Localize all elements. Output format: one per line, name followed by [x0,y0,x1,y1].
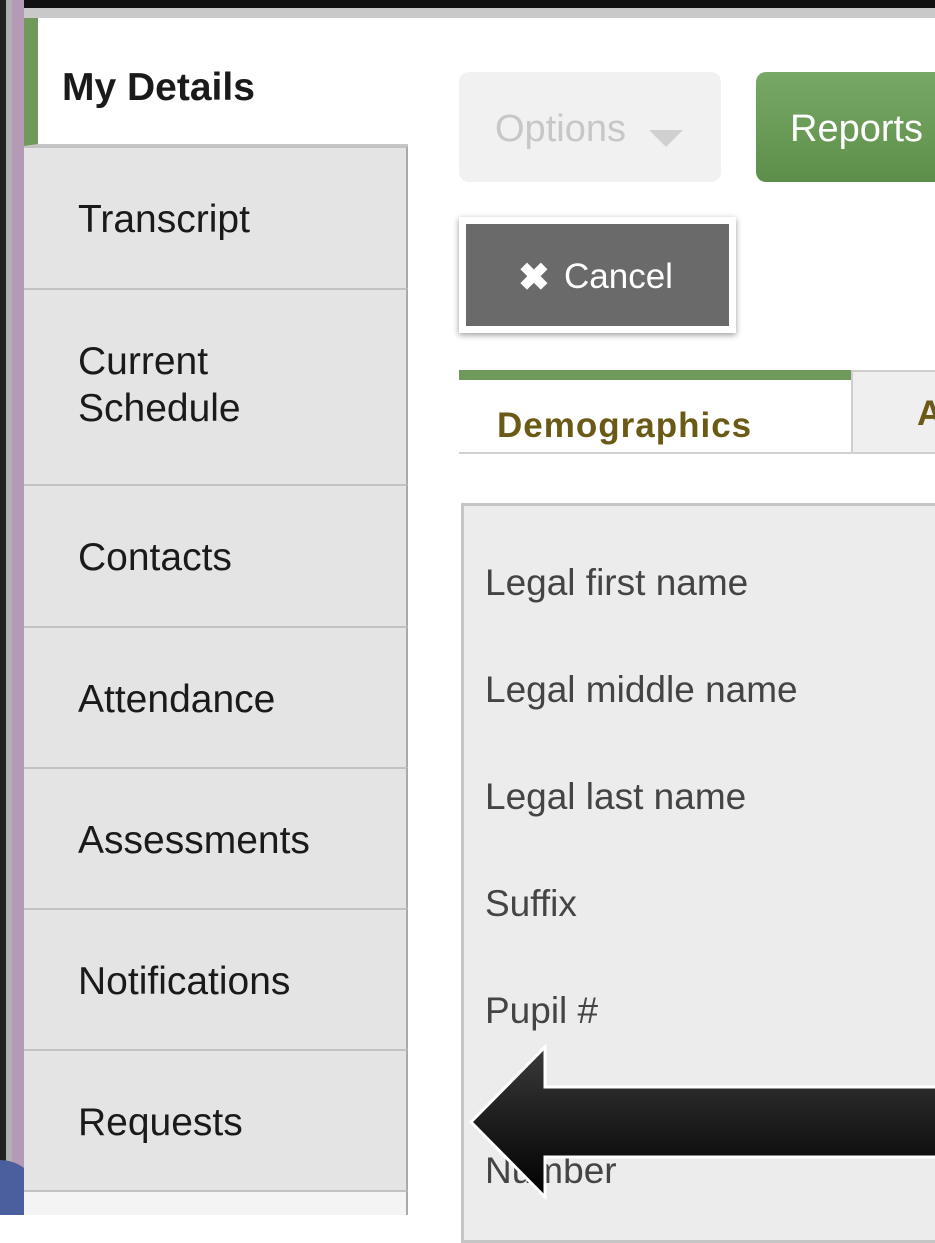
sidebar-item-attendance[interactable]: Attendance [24,626,408,767]
close-icon: ✖ [518,257,550,299]
sidebar-item-label: Notifications [78,960,291,1003]
sidebar-item-label: My Details [62,66,255,109]
sidebar-item-transcript[interactable]: Transcript [24,146,408,288]
options-button[interactable]: Options [459,72,721,182]
sidebar-item-current-schedule[interactable]: Current Schedule [24,288,408,484]
sidebar-item-label: Transcript [78,198,250,241]
window-left-edge-inner [6,0,12,1215]
field-label-pupil-number: Pupil # [485,990,599,1031]
options-label: Options [495,108,626,150]
field-label-legal-last-name: Legal last name [485,776,747,817]
left-arrow-icon [468,1044,935,1201]
sidebar-item-my-details[interactable]: My Details [24,18,408,146]
cancel-button[interactable]: ✖ Cancel [459,217,736,333]
sidebar-item-label: Current Schedule [78,340,241,430]
window-top-bar [0,8,935,18]
sidebar-item-label: Assessments [78,819,310,862]
reports-button[interactable]: Reports [756,72,935,182]
sidebar-item-contacts[interactable]: Contacts [24,484,408,626]
sidebar-nav: My Details Transcript Current Schedule C… [24,18,408,1215]
reports-label: Reports [790,108,924,150]
sidebar-item-assessments[interactable]: Assessments [24,767,408,908]
sidebar-item-requests[interactable]: Requests [24,1049,408,1190]
cancel-button-body[interactable]: ✖ Cancel [466,224,729,326]
cancel-label: Cancel [564,257,673,296]
window-top-border [0,0,935,8]
sidebar-item-notifications[interactable]: Notifications [24,908,408,1049]
tab-label: Demographics [497,406,753,445]
sidebar-item-label: Requests [78,1101,243,1144]
tab-next[interactable]: A [851,370,935,452]
field-label-suffix: Suffix [485,883,577,924]
tab-bar: Demographics A [459,370,935,452]
tab-demographics[interactable]: Demographics [459,370,851,452]
field-label-legal-middle-name: Legal middle name [485,669,798,710]
sidebar-item-label: Contacts [78,536,232,579]
window-left-edge-dark [0,0,6,1215]
field-label-legal-first-name: Legal first name [485,562,749,603]
sidebar-item-partial[interactable] [24,1190,408,1215]
sidebar-item-label: Attendance [78,678,276,721]
caret-down-icon [649,130,683,147]
tab-label: A [917,394,935,433]
tab-divider [459,452,935,454]
